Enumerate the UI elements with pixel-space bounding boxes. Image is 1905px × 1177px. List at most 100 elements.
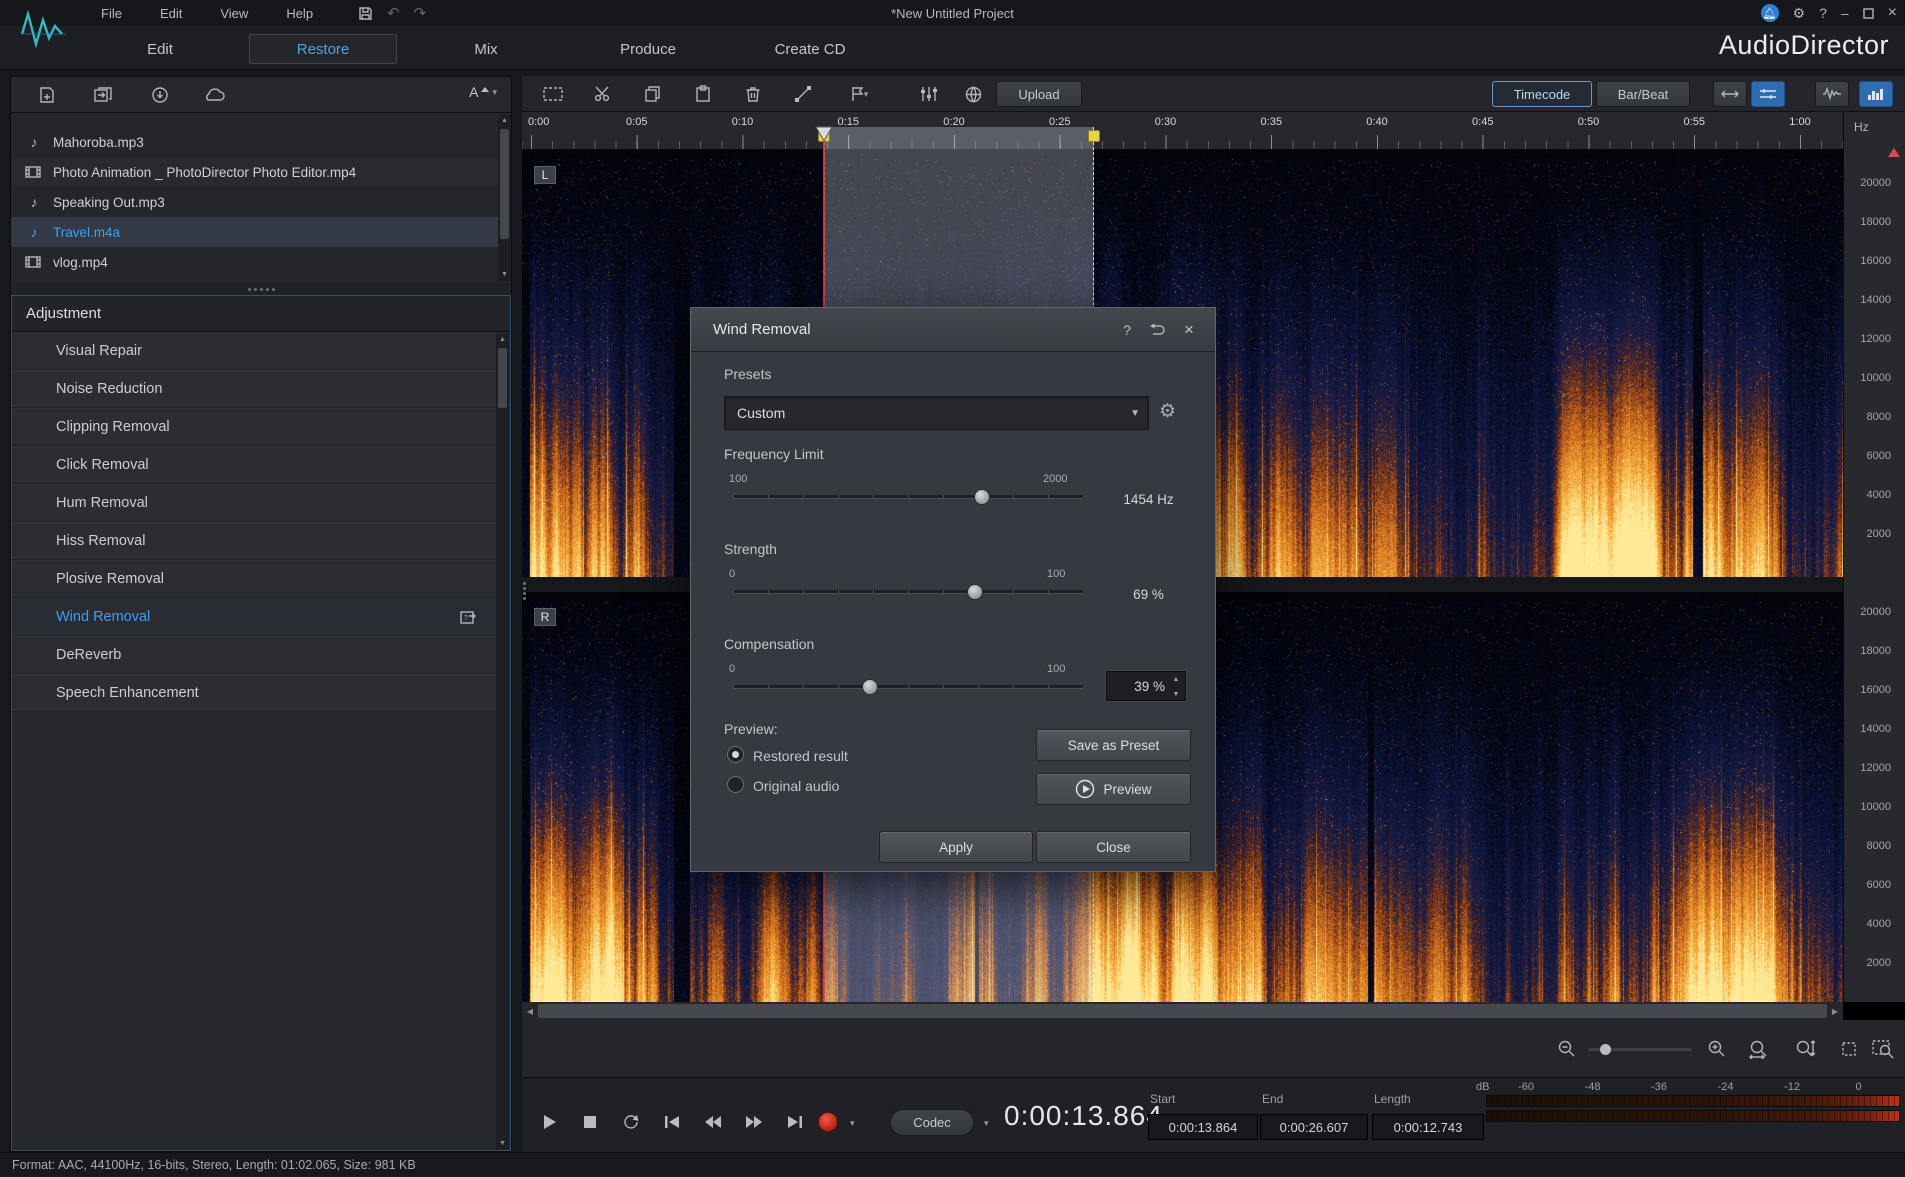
fit-timeline-view-button[interactable] (1713, 81, 1747, 107)
adjustment-item-speech-enhancement[interactable]: Speech Enhancement (12, 674, 496, 712)
record-options-caret-icon[interactable]: ▾ (850, 1118, 855, 1129)
file-row-selected[interactable]: ♪ Travel.m4a (11, 217, 511, 247)
adjustment-item-hum-removal[interactable]: Hum Removal (12, 484, 496, 522)
tab-create-cd[interactable]: Create CD (755, 34, 865, 64)
zoom-slider[interactable] (1588, 1048, 1692, 1051)
horizontal-scrollbar[interactable]: ◀ ▶ (522, 1002, 1843, 1020)
dialog-reset-icon[interactable] (1145, 319, 1169, 341)
menu-view[interactable]: View (201, 0, 267, 26)
scroll-right-icon[interactable]: ▶ (1827, 1002, 1843, 1020)
trim-icon[interactable] (788, 82, 818, 106)
start-time-field[interactable]: 0:00:13.864 (1148, 1114, 1258, 1140)
zoom-horizontal-icon[interactable] (1744, 1036, 1774, 1062)
zoom-vertical-icon[interactable] (1790, 1036, 1820, 1062)
rewind-button[interactable] (700, 1109, 726, 1135)
file-row[interactable]: ♪ Speaking Out.mp3 (11, 187, 511, 217)
save-as-preset-button[interactable]: Save as Preset (1036, 729, 1191, 761)
redo-icon[interactable]: ↷ (414, 4, 427, 22)
preview-button[interactable]: Preview (1036, 773, 1191, 805)
help-icon[interactable]: ? (1819, 5, 1827, 21)
strength-slider-handle[interactable] (967, 584, 983, 600)
timeline-ruler[interactable]: 0:000:050:100:150:200:250:300:350:400:45… (522, 112, 1843, 150)
fit-selection-icon[interactable] (1834, 1036, 1864, 1062)
adjustment-item-clipping-removal[interactable]: Clipping Removal (12, 408, 496, 446)
bar-beat-button[interactable]: Bar/Beat (1596, 81, 1690, 107)
compensation-slider[interactable] (733, 679, 1083, 695)
sort-button[interactable]: A ▾ (469, 84, 497, 100)
presets-dropdown[interactable]: Custom ▼ (724, 396, 1149, 430)
zoom-out-icon[interactable] (1552, 1036, 1582, 1062)
waveform-view-button[interactable] (1815, 81, 1849, 107)
channel-splitter-handle[interactable] (523, 582, 526, 600)
copy-icon[interactable] (638, 82, 668, 106)
previous-button[interactable] (659, 1109, 685, 1135)
spin-up-icon[interactable]: ▲ (1173, 676, 1180, 683)
adjustment-item-visual-repair[interactable]: Visual Repair (12, 332, 496, 370)
end-time-field[interactable]: 0:00:26.607 (1260, 1114, 1368, 1140)
panel-splitter-handle[interactable] (11, 283, 511, 295)
download-media-icon[interactable] (147, 84, 173, 106)
codec-button[interactable]: Codec (890, 1109, 974, 1136)
playhead-marker-icon[interactable] (815, 126, 833, 142)
selection-end-marker[interactable] (1088, 130, 1100, 142)
dialog-help-icon[interactable]: ? (1115, 319, 1139, 341)
menu-edit[interactable]: Edit (141, 0, 201, 26)
fast-forward-button[interactable] (741, 1109, 767, 1135)
adjustment-item-dereverb[interactable]: DeReverb (12, 636, 496, 674)
slider-track[interactable] (733, 590, 1083, 594)
next-button[interactable] (782, 1109, 808, 1135)
zoom-region-icon[interactable] (1868, 1036, 1898, 1062)
adjustment-item-click-removal[interactable]: Click Removal (12, 446, 496, 484)
compensation-slider-handle[interactable] (862, 679, 878, 695)
adjustment-item-wind-removal[interactable]: Wind Removal ? (12, 598, 496, 636)
marker-icon[interactable]: ▾ (838, 82, 880, 106)
minimize-icon[interactable]: – (1841, 5, 1849, 21)
frequency-slider-handle[interactable] (974, 489, 990, 505)
strength-slider[interactable] (733, 584, 1083, 600)
stop-button[interactable] (577, 1109, 603, 1135)
adjustment-item-noise-reduction[interactable]: Noise Reduction (12, 370, 496, 408)
spin-down-icon[interactable]: ▼ (1173, 691, 1180, 698)
menu-help[interactable]: Help (267, 0, 332, 26)
scrollbar-thumb[interactable] (538, 1004, 1827, 1018)
close-button[interactable]: Close (1036, 831, 1191, 863)
adjustment-item-hiss-removal[interactable]: Hiss Removal (12, 522, 496, 560)
timecode-button[interactable]: Timecode (1492, 81, 1592, 107)
scroll-down-icon[interactable]: ▼ (498, 269, 511, 281)
menu-file[interactable]: File (82, 0, 141, 26)
language-icon[interactable] (958, 82, 988, 106)
zoom-slider-handle[interactable] (1600, 1044, 1611, 1055)
tab-restore[interactable]: Restore (249, 34, 397, 64)
scroll-left-icon[interactable]: ◀ (522, 1002, 538, 1020)
dialog-close-icon[interactable]: × (1177, 319, 1201, 341)
import-media-icon[interactable] (35, 84, 61, 106)
undo-icon[interactable]: ↶ (387, 4, 400, 22)
loop-button[interactable] (618, 1109, 644, 1135)
slider-track[interactable] (733, 495, 1083, 499)
file-row[interactable]: ♪ Mahoroba.mp3 (11, 127, 511, 157)
delete-icon[interactable] (738, 82, 768, 106)
codec-caret-icon[interactable]: ▾ (984, 1118, 989, 1129)
file-row[interactable]: Photo Animation _ PhotoDirector Photo Ed… (11, 157, 511, 187)
settings-gear-icon[interactable]: ⚙ (1793, 5, 1806, 22)
frequency-limit-slider[interactable] (733, 489, 1083, 505)
apply-button[interactable]: Apply (879, 831, 1033, 863)
notification-icon[interactable]: 🔔︎ (1761, 4, 1779, 22)
learn-more-icon[interactable]: ? (460, 609, 478, 625)
scroll-up-icon[interactable]: ▲ (496, 334, 509, 346)
maximize-icon[interactable] (1863, 8, 1874, 19)
batch-import-icon[interactable] (91, 84, 117, 106)
spectral-view-button[interactable] (1859, 81, 1893, 107)
dual-view-button[interactable] (1751, 81, 1785, 107)
adjustment-item-plosive-removal[interactable]: Plosive Removal (12, 560, 496, 598)
tab-edit[interactable]: Edit (120, 34, 200, 64)
cloud-icon[interactable] (201, 84, 227, 106)
restored-result-radio[interactable] (727, 746, 744, 763)
record-button[interactable] (818, 1112, 838, 1132)
slider-track[interactable] (733, 685, 1083, 689)
scroll-down-icon[interactable]: ▼ (496, 1138, 509, 1150)
paste-icon[interactable] (688, 82, 718, 106)
split-icon[interactable] (588, 82, 618, 106)
tab-produce[interactable]: Produce (600, 34, 696, 64)
scroll-up-icon[interactable]: ▲ (498, 115, 511, 127)
